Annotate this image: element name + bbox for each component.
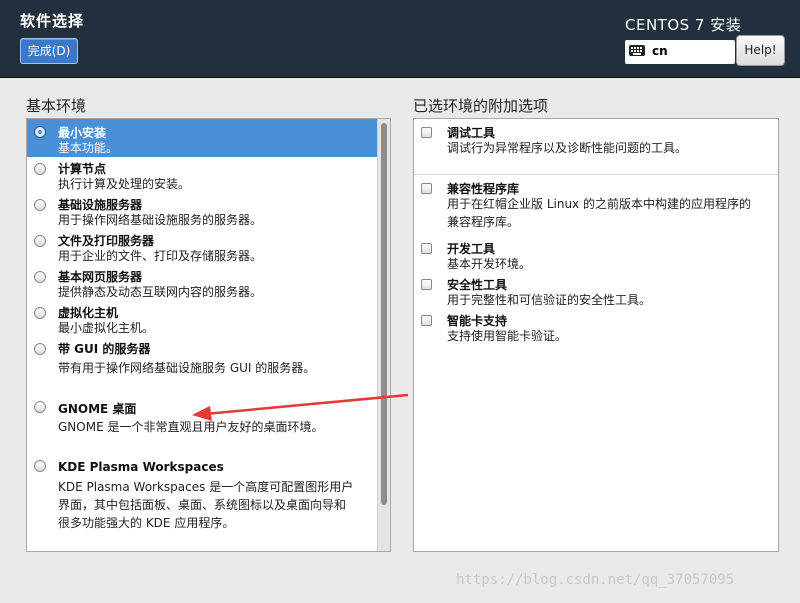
annotation-arrow (192, 393, 409, 421)
annotation-arrow-head (192, 406, 212, 421)
watermark: https://blog.csdn.net/qq_37057095 (456, 572, 735, 588)
annotation-arrow-shaft (204, 393, 409, 416)
